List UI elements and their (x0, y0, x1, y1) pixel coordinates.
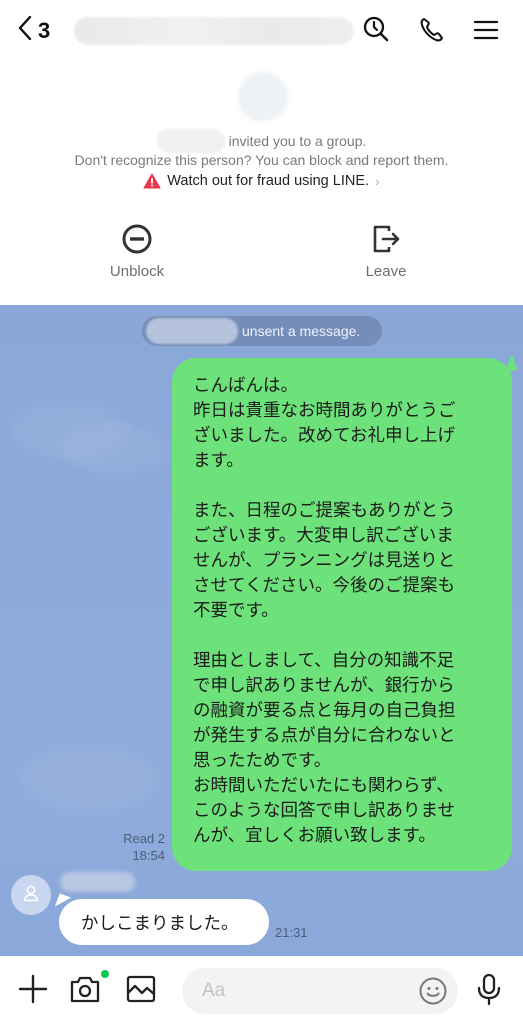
outgoing-message-meta: Read 2 18:54 (123, 830, 165, 864)
message-line: んが、宜しくお願い致します。 (193, 826, 436, 846)
message-line: こんばんは。 (193, 376, 298, 396)
fraud-warning-text: Watch out for fraud using LINE. (167, 173, 370, 189)
sender-avatar[interactable] (11, 875, 51, 915)
incoming-message-bubble[interactable]: かしこまりました。 (59, 899, 269, 945)
exit-arrow-icon (326, 222, 446, 256)
chevron-right-icon: › (375, 173, 380, 189)
chat-message-area[interactable]: unsent a message. こんばんは。 昨日は貴重なお時間ありがとうご… (0, 305, 523, 956)
chat-header: 3 (0, 0, 523, 62)
unread-count: 3 (38, 17, 51, 43)
menu-icon[interactable] (470, 14, 502, 46)
leave-button[interactable]: Leave (326, 222, 446, 280)
group-invite-panel: invited you to a group. Don't recognize … (0, 62, 523, 305)
outgoing-message-bubble[interactable]: こんばんは。 昨日は貴重なお時間ありがとうご ざいました。改めてお礼申し上げ ま… (172, 358, 512, 871)
leave-label: Leave (365, 263, 407, 280)
camera-notification-dot (101, 970, 109, 978)
message-line: が発生する点が自分に合わないと (193, 726, 456, 746)
sender-name-redacted (60, 872, 135, 892)
message-line (193, 624, 492, 649)
background-cloud (60, 425, 170, 475)
warning-triangle-icon (143, 173, 161, 189)
image-icon[interactable] (124, 972, 158, 1006)
message-line (193, 474, 492, 499)
fraud-warning-link[interactable]: Watch out for fraud using LINE. › (0, 173, 523, 189)
read-status: Read 2 (123, 831, 165, 846)
inviter-name-redacted (156, 129, 225, 153)
invited-text: invited you to a group. (228, 133, 367, 149)
microphone-icon[interactable] (472, 972, 506, 1006)
message-line: 不要です。 (193, 601, 279, 621)
message-line: このような回答で申し訳ありませ (193, 801, 455, 821)
message-line: 理由としまして、自分の知識不足 (193, 651, 455, 671)
message-time: 18:54 (132, 848, 165, 863)
background-cloud (20, 745, 160, 815)
message-line: させてください。今後のご提案も (193, 576, 455, 596)
back-button[interactable]: 3 (16, 14, 50, 47)
block-minus-circle-icon (77, 222, 197, 256)
incoming-message-text: かしこまりました。 (81, 913, 239, 934)
incoming-message-time: 21:31 (275, 925, 308, 940)
message-line: で申し訳ありませんが、銀行から (193, 676, 455, 696)
emoji-icon[interactable] (418, 976, 448, 1006)
message-line: せんが、プランニングは見送りと (193, 551, 456, 571)
camera-icon[interactable] (68, 972, 102, 1006)
unknown-person-text: Don't recognize this person? You can blo… (74, 152, 449, 168)
sender-name-redacted (146, 318, 238, 344)
person-icon (22, 884, 40, 907)
unblock-label: Unblock (109, 263, 165, 280)
search-history-icon[interactable] (360, 14, 392, 46)
message-line: の融資が要る点と毎月の自己負担 (193, 701, 456, 721)
message-line: お時間いただいたにも関わらず、 (193, 776, 454, 796)
message-line: 昨日は貴重なお時間ありがとうご (193, 401, 456, 421)
system-message-unsent: unsent a message. (142, 316, 382, 346)
message-line: ます。 (193, 451, 244, 471)
phone-icon[interactable] (416, 14, 448, 46)
message-line: ざいました。改めてお礼申し上げ (193, 426, 455, 446)
message-composer (0, 956, 523, 1024)
inviter-avatar-redacted (238, 72, 288, 122)
chat-title-redacted (74, 17, 354, 45)
message-line: また、日程のご提案もありがとう (193, 501, 456, 521)
invite-message: invited you to a group. (0, 129, 523, 153)
message-input[interactable] (182, 968, 458, 1014)
message-line: ございます。大変申し訳ございま (193, 526, 454, 546)
system-message-text: unsent a message. (242, 323, 361, 339)
back-chevron-icon (16, 14, 34, 47)
message-line: 思ったためです。 (193, 751, 332, 771)
plus-icon[interactable] (16, 972, 50, 1006)
unblock-button[interactable]: Unblock (77, 222, 197, 280)
